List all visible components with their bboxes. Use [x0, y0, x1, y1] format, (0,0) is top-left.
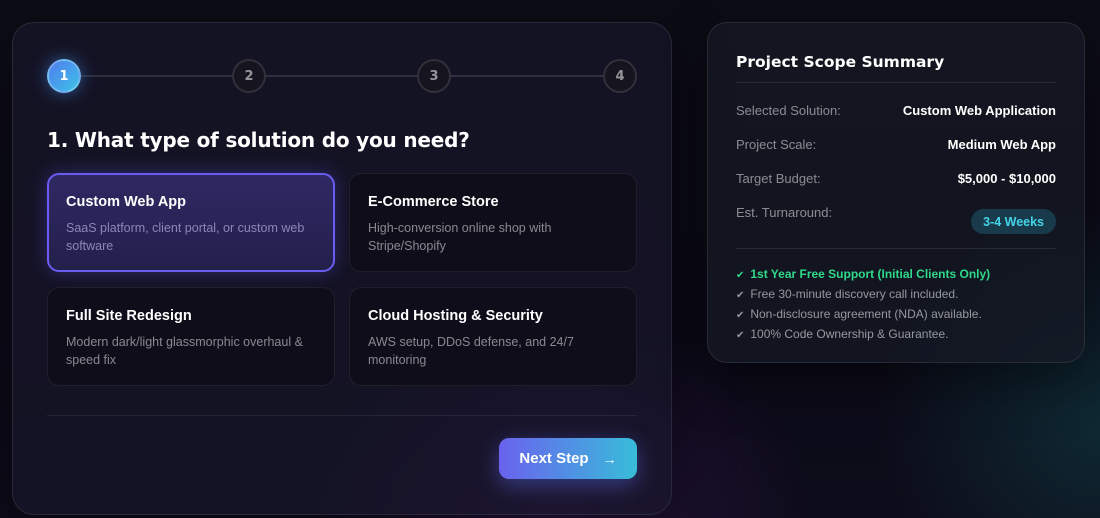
step-4-indicator[interactable]: 4	[603, 59, 637, 93]
step-1-indicator[interactable]: 1	[47, 59, 81, 93]
summary-row-turnaround: Est. Turnaround: 3-4 Weeks	[736, 205, 1056, 234]
option-custom-web-app[interactable]: Custom Web App SaaS platform, client por…	[47, 173, 335, 272]
benefits-list: ✔ 1st Year Free Support (Initial Clients…	[736, 265, 1064, 345]
arrow-right-icon: →	[602, 450, 617, 467]
summary-label: Selected Solution:	[736, 103, 841, 118]
option-ecommerce-store[interactable]: E-Commerce Store High-conversion online …	[349, 173, 637, 272]
option-full-site-redesign[interactable]: Full Site Redesign Modern dark/light gla…	[47, 287, 335, 386]
divider	[736, 248, 1056, 249]
check-icon: ✔	[736, 270, 745, 281]
summary-row-solution: Selected Solution: Custom Web Applicatio…	[736, 103, 1056, 123]
benefit-item: ✔ 100% Code Ownership & Guarantee.	[736, 325, 1064, 345]
step-3-indicator[interactable]: 3	[417, 59, 451, 93]
summary-value: Medium Web App	[947, 137, 1056, 152]
project-scope-summary-card: Project Scope Summary Selected Solution:…	[707, 22, 1085, 363]
benefit-item: ✔ Non-disclosure agreement (NDA) availab…	[736, 305, 1064, 325]
summary-value: Custom Web Application	[902, 103, 1056, 118]
benefit-text: Free 30-minute discovery call included.	[750, 287, 959, 301]
question-heading: 1. What type of solution do you need?	[47, 128, 470, 152]
summary-title: Project Scope Summary	[736, 53, 945, 71]
next-step-label: Next Step	[519, 450, 589, 467]
option-title: Cloud Hosting & Security	[368, 308, 543, 324]
next-step-button[interactable]: Next Step →	[499, 438, 637, 479]
summary-row-budget: Target Budget: $5,000 - $10,000	[736, 171, 1056, 191]
step-2-indicator[interactable]: 2	[232, 59, 266, 93]
summary-label: Est. Turnaround:	[736, 205, 833, 220]
option-description: SaaS platform, client portal, or custom …	[66, 221, 305, 253]
check-icon: ✔	[736, 330, 745, 341]
option-cloud-hosting-security[interactable]: Cloud Hosting & Security AWS setup, DDoS…	[349, 287, 637, 386]
benefit-item: ✔ Free 30-minute discovery call included…	[736, 285, 1064, 305]
summary-row-scale: Project Scale: Medium Web App	[736, 137, 1056, 157]
divider	[47, 415, 637, 416]
stepper-line	[64, 75, 620, 77]
solution-wizard-card: 1 2 3 4 1. What type of solution do you …	[12, 22, 672, 515]
summary-value: $5,000 - $10,000	[957, 171, 1056, 186]
option-description: Modern dark/light glassmorphic overhaul …	[66, 335, 303, 367]
option-title: Full Site Redesign	[66, 308, 192, 324]
summary-label: Project Scale:	[736, 137, 817, 152]
check-icon: ✔	[736, 290, 745, 301]
divider	[736, 82, 1056, 83]
check-icon: ✔	[736, 310, 745, 321]
turnaround-badge: 3-4 Weeks	[971, 209, 1056, 234]
summary-label: Target Budget:	[736, 171, 821, 186]
option-title: E-Commerce Store	[368, 194, 499, 210]
option-title: Custom Web App	[66, 194, 187, 210]
benefit-item: ✔ 1st Year Free Support (Initial Clients…	[736, 265, 1064, 285]
option-description: High-conversion online shop with Stripe/…	[368, 221, 552, 253]
stepper: 1 2 3 4	[47, 59, 637, 93]
benefit-text: 1st Year Free Support (Initial Clients O…	[750, 267, 991, 281]
benefit-text: 100% Code Ownership & Guarantee.	[750, 327, 949, 341]
benefit-text: Non-disclosure agreement (NDA) available…	[750, 307, 982, 321]
option-description: AWS setup, DDoS defense, and 24/7 monito…	[368, 335, 574, 367]
